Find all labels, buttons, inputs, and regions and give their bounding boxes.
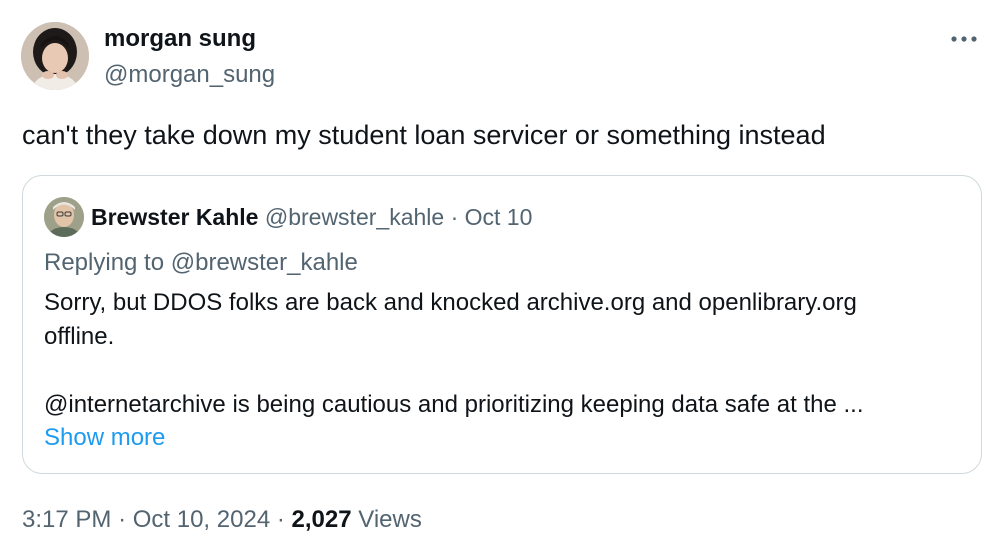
author-avatar[interactable] bbox=[21, 22, 89, 90]
separator-dot: · bbox=[450, 204, 459, 230]
tweet-text: can't they take down my student loan ser… bbox=[22, 120, 826, 150]
tweet-time[interactable]: 3:17 PM bbox=[22, 506, 111, 533]
separator-dot: · bbox=[118, 506, 127, 533]
quoted-author-name[interactable]: Brewster Kahle bbox=[91, 204, 258, 230]
views-count: 2,027 bbox=[291, 506, 352, 533]
quoted-avatar-image bbox=[44, 197, 84, 237]
tweet-date[interactable]: Oct 10, 2024 bbox=[133, 506, 270, 533]
replying-to-mention[interactable]: @brewster_kahle bbox=[171, 249, 358, 276]
quoted-tweet-header: Brewster Kahle @brewster_kahle · Oct 10 bbox=[91, 200, 532, 234]
quoted-tweet-card[interactable]: Brewster Kahle @brewster_kahle · Oct 10 … bbox=[22, 175, 982, 474]
quoted-tweet-body: Sorry, but DDOS folks are back and knock… bbox=[44, 286, 944, 422]
quoted-body-line: offline. bbox=[44, 323, 115, 350]
tweet: morgan sung @morgan_sung can't they take… bbox=[0, 0, 1000, 559]
separator-dot: · bbox=[276, 506, 285, 533]
quoted-tweet-date[interactable]: Oct 10 bbox=[465, 204, 533, 230]
quoted-body-line: Sorry, but DDOS folks are back and knock… bbox=[44, 289, 857, 316]
tweet-metadata: 3:17 PM · Oct 10, 2024 · 2,027 Views bbox=[22, 503, 422, 537]
replying-to-prefix: Replying to bbox=[44, 249, 165, 276]
quoted-author-avatar[interactable] bbox=[44, 197, 84, 237]
views-label: Views bbox=[358, 506, 422, 533]
more-button[interactable] bbox=[944, 24, 984, 54]
more-horizontal-icon bbox=[951, 36, 977, 42]
quoted-body-line: @internetarchive is being cautious and p… bbox=[44, 391, 864, 418]
replying-to: Replying to @brewster_kahle bbox=[44, 246, 358, 280]
author-handle[interactable]: @morgan_sung bbox=[104, 59, 275, 91]
show-more-link[interactable]: Show more bbox=[44, 421, 165, 455]
avatar-image bbox=[21, 22, 89, 90]
quoted-author-handle[interactable]: @brewster_kahle bbox=[265, 204, 444, 230]
author-name[interactable]: morgan sung bbox=[104, 23, 256, 55]
